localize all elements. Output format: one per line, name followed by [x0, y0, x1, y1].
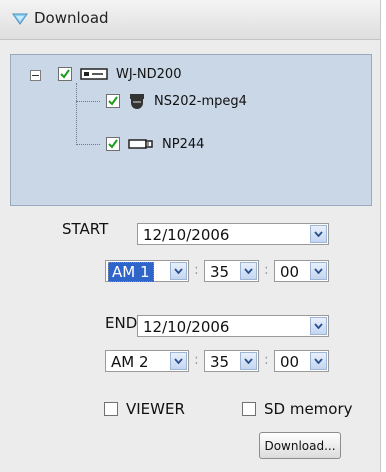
tree-root-label: WJ-ND200: [116, 66, 182, 82]
time-separator: :: [194, 352, 199, 368]
start-minute-value: 35: [210, 263, 230, 281]
start-hour-select[interactable]: AM 1: [105, 260, 189, 282]
tree-child-label: NP244: [162, 136, 205, 152]
tree-connector: [76, 83, 77, 145]
sd-memory-checkbox-box[interactable]: [242, 402, 256, 416]
sd-memory-checkbox[interactable]: SD memory: [242, 400, 353, 418]
sd-memory-label: SD memory: [264, 400, 353, 418]
end-second-value: 00: [280, 353, 300, 371]
end-minute-value: 35: [210, 353, 230, 371]
panel-header[interactable]: Download: [0, 0, 380, 40]
start-hour-value: AM 1: [108, 262, 154, 282]
chevron-down-icon: [170, 352, 187, 370]
start-second-value: 00: [280, 263, 300, 281]
end-label: END: [105, 314, 138, 332]
download-panel: Download WJ-ND200 NS202-mpeg4 NP244 STAR…: [0, 0, 381, 472]
end-minute-select[interactable]: 35: [204, 350, 259, 372]
tree-child-label: NS202-mpeg4: [154, 93, 247, 109]
collapse-toggle[interactable]: [30, 70, 41, 81]
tree-connector: [76, 144, 100, 145]
recorder-icon: [80, 68, 108, 80]
chevron-down-icon: [170, 262, 187, 280]
time-separator: :: [264, 262, 269, 278]
start-label: START: [62, 220, 109, 238]
chevron-down-icon: [310, 317, 327, 335]
viewer-label: VIEWER: [126, 400, 185, 418]
chevron-down-icon: [310, 225, 327, 243]
start-date-value: 12/10/2006: [143, 226, 230, 244]
time-separator: :: [264, 352, 269, 368]
child-checkbox[interactable]: [106, 94, 120, 108]
chevron-down-icon: [240, 262, 257, 280]
tree-connector: [76, 101, 100, 102]
chevron-down-icon: [310, 352, 327, 370]
end-hour-value: AM 2: [111, 353, 149, 371]
triangle-down-icon: [12, 13, 28, 25]
end-hour-select[interactable]: AM 2: [105, 350, 189, 372]
viewer-checkbox[interactable]: VIEWER: [104, 400, 185, 418]
panel-title: Download: [34, 9, 109, 27]
start-date-select[interactable]: 12/10/2006: [137, 223, 329, 245]
viewer-checkbox-box[interactable]: [104, 402, 118, 416]
start-minute-select[interactable]: 35: [204, 260, 259, 282]
box-camera-icon: [128, 139, 153, 149]
download-button[interactable]: Download...: [259, 432, 341, 459]
dome-camera-icon: [130, 94, 144, 109]
start-second-select[interactable]: 00: [274, 260, 329, 282]
end-date-value: 12/10/2006: [143, 318, 230, 336]
end-second-select[interactable]: 00: [274, 350, 329, 372]
device-tree: WJ-ND200 NS202-mpeg4 NP244: [10, 54, 372, 206]
chevron-down-icon: [310, 262, 327, 280]
time-separator: :: [194, 262, 199, 278]
child-checkbox[interactable]: [106, 137, 120, 151]
tree-child-row[interactable]: NS202-mpeg4: [106, 90, 247, 112]
end-date-select[interactable]: 12/10/2006: [137, 315, 329, 337]
root-checkbox[interactable]: [58, 67, 72, 81]
tree-child-row[interactable]: NP244: [106, 133, 204, 155]
tree-root-row[interactable]: WJ-ND200: [58, 63, 181, 85]
chevron-down-icon: [240, 352, 257, 370]
